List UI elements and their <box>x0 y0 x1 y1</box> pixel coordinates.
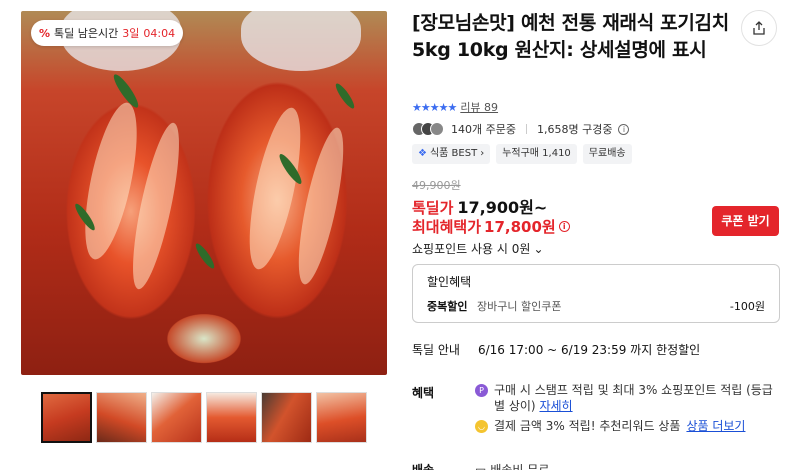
chevron-down-icon: ⌄ <box>533 241 544 256</box>
point-usage-label: 쇼핑포인트 사용 시 0원 <box>412 242 531 256</box>
detail-link[interactable]: 자세히 <box>539 399 572 413</box>
delivery-value: ▭ 배송비 무료 <box>475 461 549 470</box>
point-icon: P <box>475 384 488 397</box>
buyers-row: 140개 주문중 1,658명 구경중 i <box>412 121 630 137</box>
point-usage-dropdown[interactable]: 쇼핑포인트 사용 시 0원 ⌄ <box>412 240 544 257</box>
max-benefit-label: 최대혜택가 <box>412 218 482 236</box>
reward-icon: ◡ <box>475 420 488 433</box>
rating-stars: ★★★★★ <box>412 100 457 114</box>
discount-line: 중복할인 장바구니 할인쿠폰 -100원 <box>427 298 765 314</box>
product-title: [장모님손맛] 예천 전통 재래식 포기김치 5kg 10kg 원산지: 상세설… <box>412 12 729 61</box>
info-icon[interactable]: i <box>618 123 630 135</box>
thumbnail-3[interactable] <box>151 392 202 443</box>
percent-icon: % <box>39 26 51 40</box>
deal-price-row: 톡딜가 17,900원~ <box>412 194 547 218</box>
timer-label: 톡딜 남은시간 <box>54 27 119 40</box>
benefit-item-reward: ◡ 결제 금액 3% 적립! 추천리워드 상품 상품 더보기 <box>475 418 745 434</box>
benefits-label: 혜택 <box>412 386 435 400</box>
deal-timer-badge: % 톡딜 남은시간 3일 04:04 <box>31 20 184 46</box>
get-coupon-button[interactable]: 쿠폰 받기 <box>712 206 779 236</box>
deal-info-row: 톡딜 안내 6/16 17:00 ~ 6/19 23:59 까지 한정할인 <box>412 341 700 358</box>
main-product-image <box>21 11 387 375</box>
order-count: 140개 주문중 <box>451 123 516 136</box>
thumbnail-strip <box>41 392 367 443</box>
share-icon <box>753 21 765 35</box>
original-price: 49,900원 <box>412 179 461 192</box>
divider <box>525 124 527 134</box>
discount-header: 할인혜택 <box>427 275 472 289</box>
shield-icon: ❖ <box>418 148 427 159</box>
benefit-item-stamp: P 구매 시 스탬프 적립 및 최대 3% 쇼핑포인트 적립 (등급별 상이) … <box>475 382 779 414</box>
max-benefit-row: 최대혜택가 17,800원 i <box>412 216 570 237</box>
tag-cumulative: 누적구매 1,410 <box>496 144 577 164</box>
deal-info-period: 6/16 17:00 ~ 6/19 23:59 까지 한정할인 <box>477 343 701 357</box>
info-icon[interactable]: i <box>558 221 570 232</box>
share-button[interactable] <box>741 10 777 46</box>
discount-item-label: 중복할인 <box>427 300 468 313</box>
more-products-link[interactable]: 상품 더보기 <box>686 418 745 434</box>
packaging-bag-right <box>241 11 361 71</box>
thumbnail-4[interactable] <box>206 392 257 443</box>
thumbnail-2[interactable] <box>96 392 147 443</box>
discount-item-desc: 장바구니 할인쿠폰 <box>476 300 562 313</box>
thumbnail-1[interactable] <box>41 392 92 443</box>
discount-amount: -100원 <box>729 300 765 313</box>
thumbnail-5[interactable] <box>261 392 312 443</box>
deal-price-value: 17,900원~ <box>457 198 548 217</box>
truck-icon: ▭ <box>475 462 487 470</box>
tag-food-best[interactable]: ❖ 식품 BEST › <box>412 144 491 164</box>
discount-box: 할인혜택 중복할인 장바구니 할인쿠폰 -100원 <box>412 264 780 323</box>
chevron-right-icon: › <box>480 148 485 159</box>
rating-row: ★★★★★ 리뷰 89 <box>412 99 498 115</box>
deal-price-label: 톡딜가 <box>412 199 454 217</box>
max-benefit-price: 17,800원 <box>484 218 556 236</box>
delivery-label: 배송 <box>412 463 435 470</box>
review-link[interactable]: 리뷰 89 <box>460 99 498 115</box>
timer-days: 3일 <box>122 27 140 40</box>
viewer-count: 1,658명 구경중 <box>536 123 613 136</box>
thumbnail-6[interactable] <box>316 392 367 443</box>
deal-info-label: 톡딜 안내 <box>412 343 460 357</box>
timer-time: 04:04 <box>143 26 176 40</box>
buyer-avatars <box>412 122 444 136</box>
tag-free-shipping: 무료배송 <box>582 144 632 164</box>
product-tags: ❖ 식품 BEST › 누적구매 1,410 무료배송 <box>412 144 632 164</box>
